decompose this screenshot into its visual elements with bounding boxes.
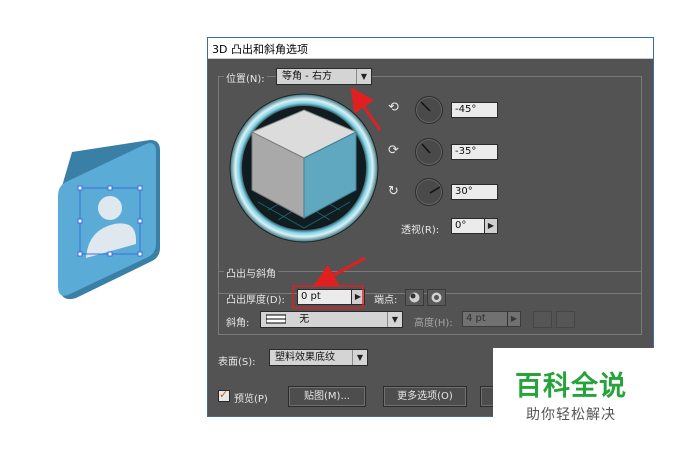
watermark-subtitle: 助你轻松解决 [526,407,616,423]
depth-highlight-box [292,285,364,309]
watermark-title: 百科全说 [515,371,627,402]
red-arrow-to-depth [312,256,366,287]
watermark: 百科全说 助你轻松解决 [493,348,669,434]
red-arrow-to-preset [350,87,382,131]
